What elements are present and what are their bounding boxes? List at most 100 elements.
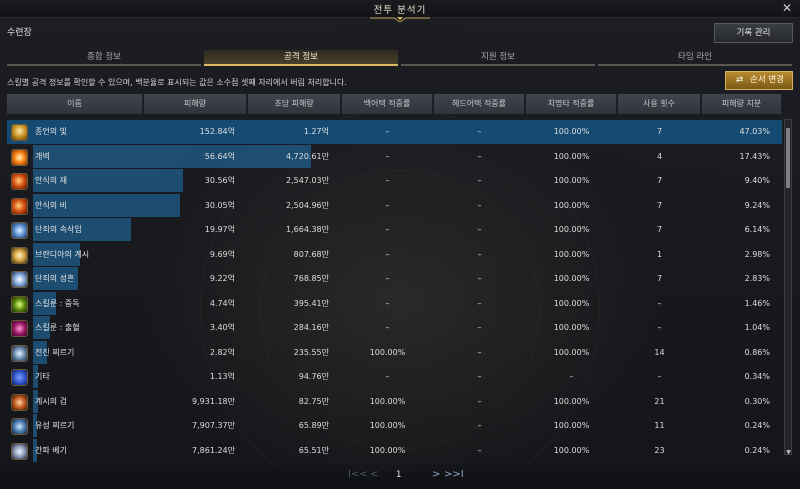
damage-value: 9,931.18만 [192,396,235,406]
table-row[interactable]: 개벽 56.64억 4,720.61만 – – 100.00% 4 17.43% [7,144,782,169]
crit-rate: 100.00% [553,396,590,406]
swap-icon: ⇄ [736,75,744,85]
back-attack-rate: 100.00% [369,421,406,430]
crit-rate: 100.00% [553,151,590,161]
column-header[interactable]: 치명타 적중률 [526,94,617,114]
column-header[interactable]: 백어택 적중률 [342,94,433,114]
damage-value: 7,861.24만 [192,445,235,455]
use-count: 7 [656,127,663,136]
column-header[interactable]: 피해량 지분 [702,94,782,114]
head-attack-rate: – [477,396,482,406]
damage-share: 0.24% [744,445,770,455]
last-page-button[interactable]: >>I [444,469,464,480]
dps-value: 235.55만 [293,347,329,357]
column-header[interactable]: 사용 횟수 [618,94,701,114]
head-attack-rate: – [477,249,482,259]
title-bar[interactable]: 전투 분석기 ✕ [0,0,800,22]
damage-value: 30.56억 [204,176,235,185]
skill-icon-fire [11,197,28,215]
table-row[interactable]: 안식의 재 30.56억 2,547.03만 – – 100.00% 7 9.40% [7,169,782,193]
close-button[interactable]: ✕ [780,1,794,15]
pagination: I<< < 1 > >>I [0,463,800,489]
use-count: – [657,298,662,308]
table-row[interactable]: 기타 1.13억 94.76만 – – – – 0.34% [7,365,782,389]
damage-share: 1.46% [744,298,770,308]
crit-rate: 100.00% [553,249,590,259]
prev-page-button[interactable]: < [370,469,378,480]
damage-value: 7,907.37만 [192,421,235,430]
skill-icon-etc [11,369,28,386]
skill-name: 단죄의 성흔 [35,274,75,283]
head-attack-rate: – [477,176,482,185]
table-row[interactable]: 스킬룬 : 중독 4.74억 395.41만 – – 100.00% – 1.46% [7,291,782,316]
table-row[interactable]: 안식의 비 30.05억 2,504.96만 – – 100.00% 7 9.24% [7,193,782,218]
skill-name: 브란디아의 계시 [35,249,90,259]
use-count: 11 [654,421,665,430]
scroll-down-icon[interactable]: ▼ [785,449,792,456]
next-page-button[interactable]: > [432,469,440,480]
head-attack-rate: – [477,127,482,136]
back-attack-rate: – [385,176,390,185]
back-attack-rate: – [385,127,390,136]
table-row[interactable]: 단죄의 성흔 9.22억 768.85만 – – 100.00% 7 2.83% [7,267,782,291]
table-row[interactable]: 전진 찌르기 2.82억 235.55만 100.00% – 100.00% 14 0.86% [7,340,782,365]
dps-value: 768.85만 [293,274,329,283]
column-header[interactable]: 피해량 [144,94,247,114]
table-row[interactable]: 유성 찌르기 7,907.37만 65.89만 100.00% – 100.00% 11 0.… [7,414,782,438]
column-header[interactable]: 헤드어택 적중률 [434,94,525,114]
head-attack-rate: – [477,225,482,234]
column-header[interactable]: 이름 [7,94,143,114]
title-ornament-icon [370,17,430,22]
dps-value: 1,664.38만 [286,225,329,234]
head-attack-rate: – [477,421,482,430]
damage-share: 0.86% [744,347,770,357]
use-count: – [657,323,662,332]
skill-name: 안식의 비 [35,200,67,210]
skill-icon-bleed [11,320,28,337]
damage-value: 9.22억 [209,274,235,283]
crit-rate: 100.00% [553,421,590,430]
damage-value: 9.69억 [209,249,235,259]
table-row[interactable]: 브란디아의 계시 9.69억 807.68만 – – 100.00% 1 2.98% [7,242,782,267]
head-attack-rate: – [477,323,482,332]
dps-value: 94.76만 [298,372,329,381]
tab-support[interactable]: 지원 정보 [401,50,595,66]
table-row[interactable]: 스킬룬 : 출혈 3.40억 284.16만 – – 100.00% – 1.04% [7,316,782,340]
tab-bar: 종합 정보 공격 정보 지원 정보 타임 라인 [7,50,795,66]
skill-name: 기타 [35,372,50,381]
scrollbar-thumb[interactable] [786,128,790,188]
character-name: 수련장 [7,28,32,38]
table-row[interactable]: 계시의 검 9,931.18만 82.75만 100.00% – 100.00% 21 0.3… [7,389,782,414]
tab-summary[interactable]: 종합 정보 [7,50,201,66]
tab-attack[interactable]: 공격 정보 [204,50,398,66]
first-page-button[interactable]: I<< [348,469,368,480]
head-attack-rate: – [477,298,482,308]
use-count: 7 [656,274,663,283]
table-row[interactable]: 단죄의 속삭임 19.97억 1,664.38만 – – 100.00% 7 6.14% [7,218,782,242]
skill-icon-gold [11,124,28,141]
table-row[interactable]: 간파 베기 7,861.24만 65.51만 100.00% – 100.00% 23 0.2… [7,438,782,463]
description-text: 스킬별 공격 정보를 확인할 수 있으며, 백분율로 표시되는 값은 소수점 셋… [7,78,347,87]
head-attack-rate: – [477,445,482,455]
record-manage-button[interactable]: 기록 관리 [714,23,793,43]
table-row[interactable]: 종언의 빛 152.84억 1.27억 – – 100.00% 7 47.03% [7,120,782,144]
use-count: 23 [654,445,665,455]
dps-value: 284.16만 [293,323,329,332]
skill-name: 안식의 재 [35,176,67,185]
column-header[interactable]: 초당 피해량 [248,94,341,114]
skill-name: 전진 찌르기 [35,347,75,357]
back-attack-rate: – [385,151,390,161]
damage-share: 9.24% [744,200,770,210]
change-order-button[interactable]: ⇄ 순서 변경 [725,71,793,90]
crit-rate: 100.00% [553,323,590,332]
tab-timeline[interactable]: 타임 라인 [598,50,792,66]
skill-icon-star [11,271,28,288]
dps-value: 82.75만 [298,396,329,406]
damage-share: 0.30% [744,396,770,406]
skill-icon-orange [11,148,28,166]
use-count: 7 [656,176,663,185]
crit-rate: 100.00% [553,298,590,308]
back-attack-rate: 100.00% [369,445,406,455]
back-attack-rate: – [385,274,390,283]
skill-icon-cross [11,246,28,264]
